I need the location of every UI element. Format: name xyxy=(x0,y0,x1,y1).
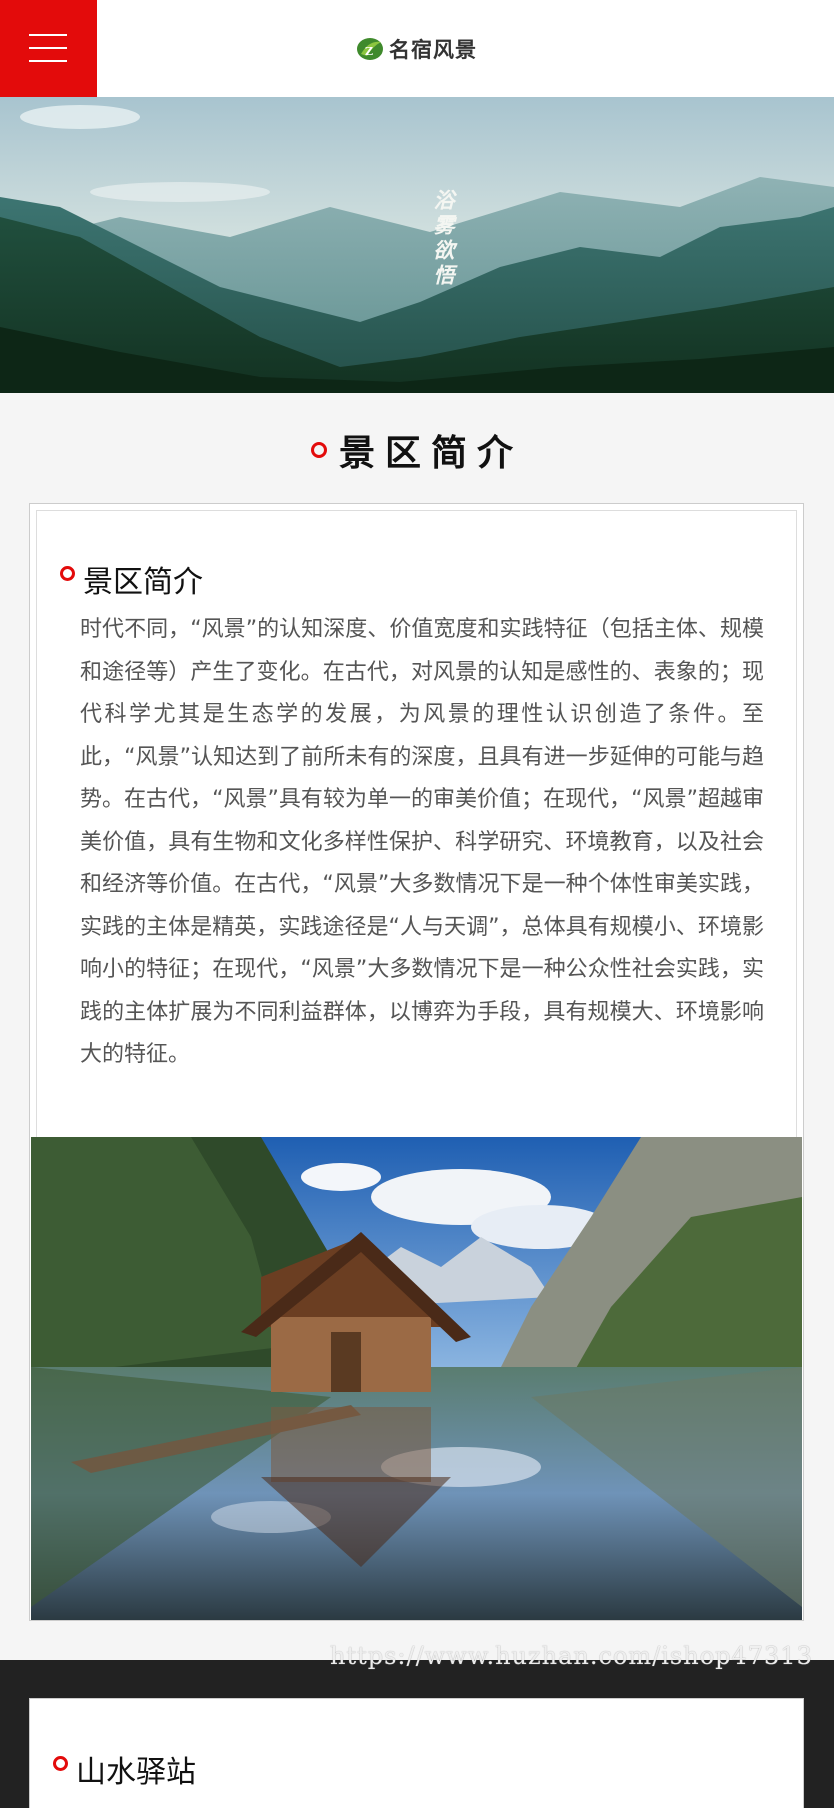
logo-text: 名宿风景 xyxy=(389,37,477,62)
menu-bar-line xyxy=(29,34,67,36)
red-circle-icon xyxy=(60,565,75,581)
watermark-url: https://www.huzhan.com/ishop47313 xyxy=(330,1642,813,1670)
banner-title: 浴雾欲悟 xyxy=(431,189,456,289)
intro-card-title-text: 景区简介 xyxy=(83,565,203,600)
hamburger-menu-icon[interactable] xyxy=(0,0,97,97)
intro-card-body: 时代不同，“风景”的认知深度、价值宽度和实践特征（包括主体、规模和途径等）产生了… xyxy=(80,617,764,1067)
header-bar: Z 名宿风景 xyxy=(0,0,834,97)
red-circle-icon xyxy=(310,442,327,458)
lake-cabin-image xyxy=(31,1137,802,1620)
leaf-logo-icon: Z xyxy=(357,38,383,60)
station-card-title: 山水驿站 xyxy=(53,1747,196,1791)
section-heading: 景区简介 xyxy=(0,420,834,480)
lake-cabin-photo xyxy=(31,1137,802,1620)
section-heading-text: 景区简介 xyxy=(338,432,523,474)
site-logo[interactable]: Z 名宿风景 xyxy=(355,32,477,66)
station-card-title-text: 山水驿站 xyxy=(76,1755,196,1790)
intro-card-title: 景区简介 xyxy=(60,557,203,601)
svg-text:Z: Z xyxy=(365,45,373,58)
intro-card: 景区简介 时代不同，“风景”的认知深度、价值宽度和实践特征（包括主体、规模和途径… xyxy=(29,503,804,1621)
red-circle-icon xyxy=(53,1755,68,1771)
menu-bar-line xyxy=(29,47,67,49)
mountain-landscape-image xyxy=(0,97,834,393)
hero-banner: 浴雾欲悟 xyxy=(0,97,834,393)
menu-bar-line xyxy=(29,60,67,62)
station-card: 山水驿站 xyxy=(29,1698,804,1808)
